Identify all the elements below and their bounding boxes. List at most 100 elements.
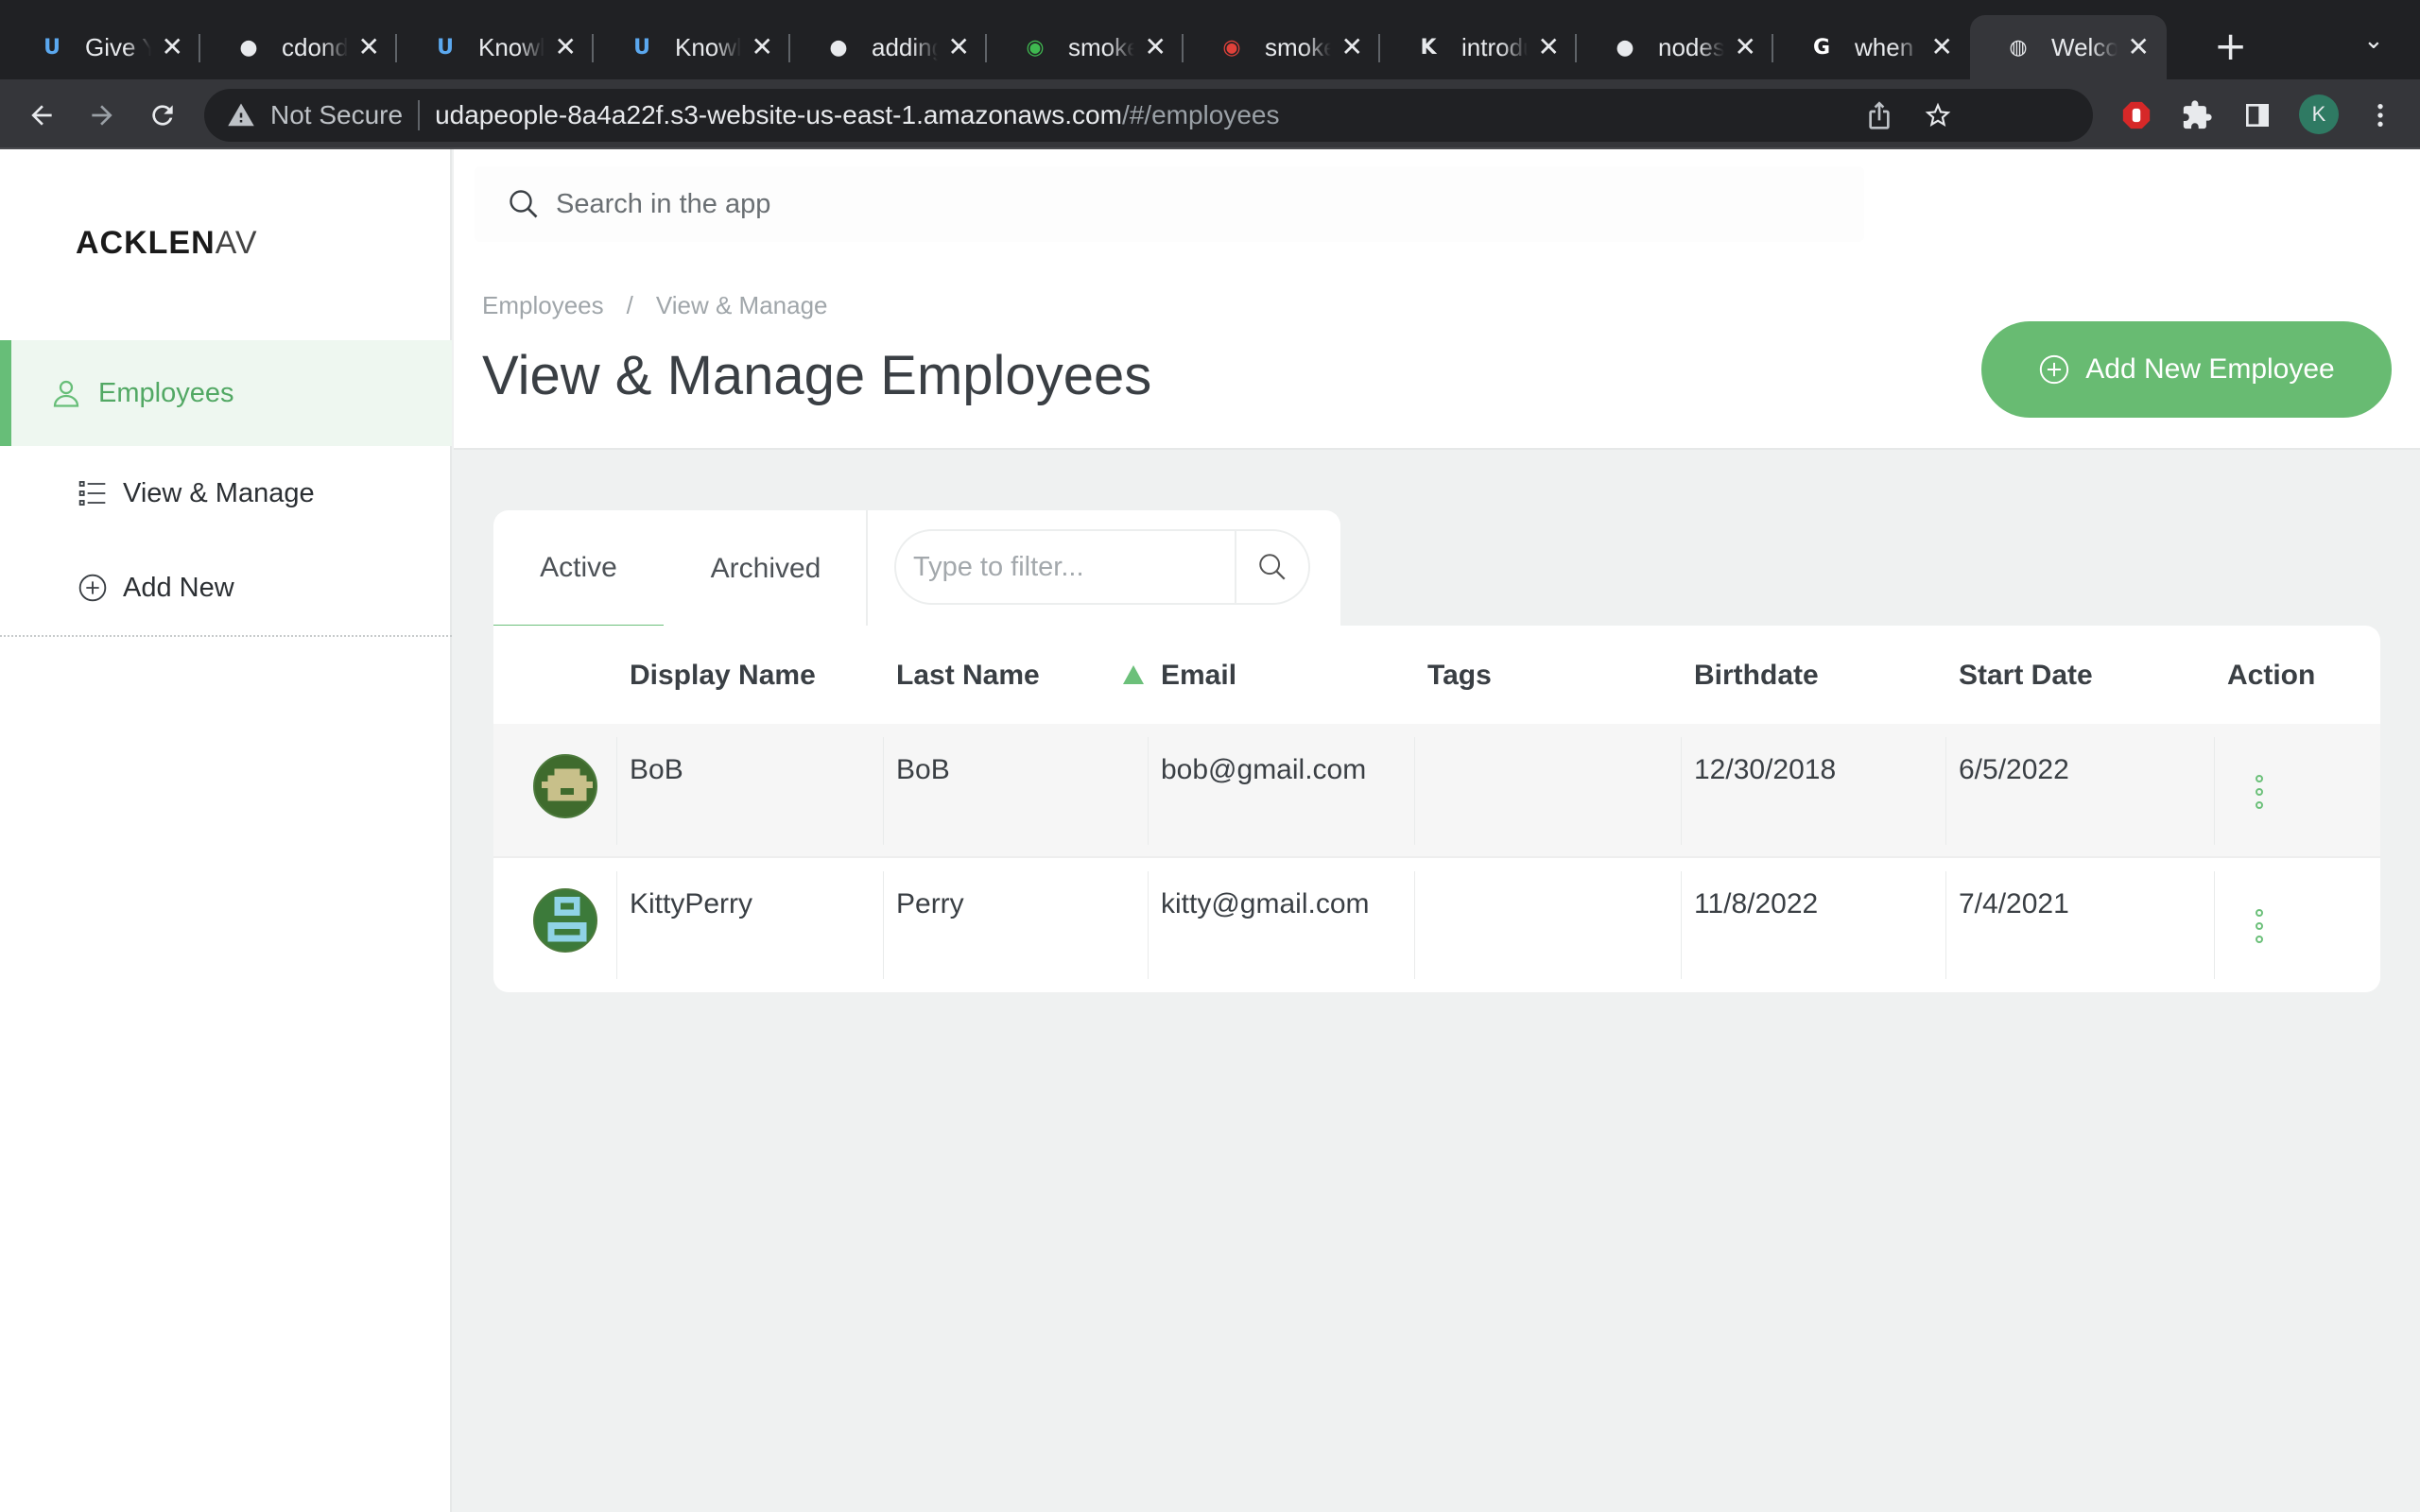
column-header-tags[interactable]: Tags <box>1427 660 1492 692</box>
column-header-email[interactable]: Email <box>1161 660 1236 692</box>
browser-tab[interactable]: ● cdond- ✕ <box>200 15 397 79</box>
browser-tab[interactable]: U Give Yo ✕ <box>4 15 200 79</box>
close-tab-icon[interactable]: ✕ <box>1145 32 1167 62</box>
close-tab-icon[interactable]: ✕ <box>162 32 183 62</box>
column-header-birthdate[interactable]: Birthdate <box>1694 660 1819 692</box>
browser-tab[interactable]: ◉ smoke- ✕ <box>987 15 1184 79</box>
side-panel-button[interactable] <box>2238 96 2276 134</box>
browser-tab[interactable]: Kintrodu ✕ <box>1380 15 1577 79</box>
column-header-start-date[interactable]: Start Date <box>1959 660 2093 692</box>
udacity-icon: U <box>437 35 454 60</box>
share-icon[interactable] <box>1864 100 1894 130</box>
new-tab-button[interactable]: + <box>2214 23 2247 70</box>
table-header: Display Name Last Name Email Tags Birthd… <box>493 626 2380 724</box>
profile-avatar[interactable]: K <box>2299 94 2339 134</box>
github-icon: ● <box>829 35 848 60</box>
row-actions-button[interactable] <box>2256 775 2265 809</box>
browser-tab-title: adding <box>872 32 938 61</box>
column-divider <box>1681 737 1682 845</box>
google-icon: G <box>1812 35 1831 60</box>
cell-email: kitty@gmail.com <box>1161 888 1370 919</box>
table-row[interactable]: BoB BoB bob@gmail.com 12/30/2018 6/5/202… <box>493 724 2380 858</box>
column-divider <box>1148 737 1149 845</box>
tab-active[interactable]: Active <box>493 510 664 627</box>
cell-start-date: 7/4/2021 <box>1959 888 2069 919</box>
sidebar-item-employees[interactable]: Employees <box>0 340 452 446</box>
filter-box[interactable]: Type to filter... <box>894 529 1310 605</box>
more-vertical-icon <box>2377 104 2383 127</box>
employees-table: Display Name Last Name Email Tags Birthd… <box>493 626 2380 992</box>
address-bar[interactable]: Not Secure udapeople-8a4a22f.s3-website-… <box>204 89 2093 142</box>
column-divider <box>1945 737 1946 845</box>
browser-tab[interactable]: ◍ Welcon ✕ <box>1970 15 2167 79</box>
close-tab-icon[interactable]: ✕ <box>555 32 577 62</box>
column-divider <box>883 871 884 979</box>
filter-search-button[interactable] <box>1235 531 1308 603</box>
close-tab-icon[interactable]: ✕ <box>2128 32 2150 62</box>
reload-button[interactable] <box>144 96 182 134</box>
cell-last-name: BoB <box>896 754 950 785</box>
column-header-last-name[interactable]: Last Name <box>896 660 1040 692</box>
browser-tab[interactable]: ● nodesc ✕ <box>1577 15 1773 79</box>
circleci-red-icon: ◉ <box>1222 35 1241 60</box>
browser-tab-title: nodesc <box>1658 32 1724 61</box>
forward-button[interactable] <box>83 96 121 134</box>
column-divider <box>616 737 617 845</box>
column-header-action: Action <box>2227 660 2316 691</box>
close-tab-icon[interactable]: ✕ <box>1341 32 1363 62</box>
close-tab-icon[interactable]: ✕ <box>948 32 970 62</box>
github-icon: ● <box>239 35 258 60</box>
tab-archived[interactable]: Archived <box>679 510 853 627</box>
app-logo[interactable]: ACKLENAV <box>76 225 265 263</box>
sidebar-item-view-manage[interactable]: View & Manage <box>0 455 452 531</box>
user-icon <box>53 380 79 407</box>
breadcrumb-separator: / <box>626 291 633 319</box>
browser-tab-title: Welcon <box>2051 32 2118 61</box>
udacity-icon: U <box>43 35 60 60</box>
column-header-display-name[interactable]: Display Name <box>630 660 816 692</box>
browser-menu-button[interactable] <box>2361 96 2399 134</box>
tabs-separator <box>866 510 868 627</box>
browser-tab[interactable]: Gwhen t ✕ <box>1773 15 1970 79</box>
url-host: udapeople-8a4a22f.s3-website-us-east-1.a… <box>435 100 1122 129</box>
browser-tab-title: Knowle <box>478 32 544 61</box>
adblock-hand-icon <box>2122 101 2151 129</box>
close-tab-icon[interactable]: ✕ <box>752 32 773 62</box>
close-tab-icon[interactable]: ✕ <box>358 32 380 62</box>
add-new-employee-button[interactable]: Add New Employee <box>1981 321 2392 418</box>
tab-search-chevron-icon[interactable]: ⌄ <box>2363 26 2384 55</box>
security-label[interactable]: Not Secure <box>270 100 403 130</box>
filter-input[interactable]: Type to filter... <box>913 552 1244 583</box>
bookmark-star-icon[interactable] <box>1923 100 1953 130</box>
browser-toolbar: Not Secure udapeople-8a4a22f.s3-website-… <box>0 79 2420 149</box>
column-divider <box>1414 871 1415 979</box>
column-divider <box>1681 871 1682 979</box>
browser-tab-title: smoke- <box>1068 32 1134 61</box>
sidebar: ACKLENAV Employees View & Manage Add New <box>0 149 452 1512</box>
app-search[interactable]: Search in the app <box>475 166 1864 242</box>
url-text[interactable]: udapeople-8a4a22f.s3-website-us-east-1.a… <box>435 100 1279 130</box>
logo-bold: ACKLEN <box>76 225 216 261</box>
row-actions-button[interactable] <box>2256 909 2265 943</box>
column-divider <box>2214 737 2215 845</box>
cell-birthdate: 12/30/2018 <box>1694 754 1837 785</box>
avatar <box>533 888 597 953</box>
sidebar-item-add-new[interactable]: Add New <box>0 550 452 626</box>
browser-tab-strip: U Give Yo ✕ ● cdond- ✕ U Knowle ✕ U Knowle ✕ ● adding… <box>0 0 2420 79</box>
browser-tab-title: when t <box>1855 32 1921 61</box>
breadcrumb-employees[interactable]: Employees <box>482 291 604 319</box>
adblock-extension-button[interactable] <box>2118 96 2155 134</box>
back-button[interactable] <box>23 96 60 134</box>
close-tab-icon[interactable]: ✕ <box>1931 32 1953 62</box>
table-row[interactable]: KittyPerry Perry kitty@gmail.com 11/8/20… <box>493 858 2380 992</box>
extensions-button[interactable] <box>2178 96 2216 134</box>
browser-tab-title: Give Yo <box>85 32 151 61</box>
close-tab-icon[interactable]: ✕ <box>1538 32 1560 62</box>
browser-tab[interactable]: U Knowle ✕ <box>594 15 790 79</box>
browser-tab[interactable]: ● adding ✕ <box>790 15 987 79</box>
search-input[interactable]: Search in the app <box>556 189 770 220</box>
sort-ascending-icon[interactable] <box>1123 665 1144 684</box>
close-tab-icon[interactable]: ✕ <box>1735 32 1756 62</box>
browser-tab[interactable]: U Knowle ✕ <box>397 15 594 79</box>
browser-tab[interactable]: ◉ smoke- ✕ <box>1184 15 1380 79</box>
